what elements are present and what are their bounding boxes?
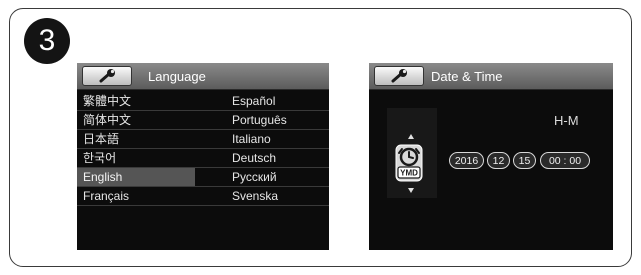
language-option[interactable]: 日本語 — [77, 130, 195, 148]
language-option[interactable]: Italiano — [232, 130, 329, 148]
month-field[interactable]: 12 — [487, 152, 510, 169]
language-option[interactable]: 繁體中文 — [77, 92, 195, 110]
list-item: 简体中文 Português — [77, 111, 329, 130]
arrow-down-icon[interactable] — [408, 188, 414, 193]
language-title-bar: Language — [77, 63, 329, 90]
date-time-title: Date & Time — [431, 69, 503, 84]
language-option[interactable]: Deutsch — [232, 149, 329, 167]
language-title: Language — [148, 69, 206, 84]
date-format-icon[interactable]: YMD — [395, 144, 423, 182]
language-option[interactable]: 简体中文 — [77, 111, 195, 129]
time-field[interactable]: 00 : 00 — [540, 152, 590, 169]
year-field[interactable]: 2016 — [449, 152, 484, 169]
language-list: 繁體中文 Español 简体中文 Português 日本語 Italiano… — [77, 92, 329, 206]
language-option[interactable]: Português — [232, 111, 329, 129]
date-time-screen: Date & Time H-M YMD 2016 12 15 00 : 00 — [369, 63, 613, 250]
wrench-icon — [391, 69, 407, 83]
arrow-up-icon[interactable] — [408, 134, 414, 139]
language-option[interactable]: Svenska — [232, 187, 329, 205]
language-option[interactable]: Español — [232, 92, 329, 110]
settings-tab[interactable] — [82, 66, 132, 86]
list-item: Français Svenska — [77, 187, 329, 206]
list-item: 한국어 Deutsch — [77, 149, 329, 168]
date-time-title-bar: Date & Time — [369, 63, 613, 90]
settings-tab[interactable] — [374, 66, 424, 86]
list-item: English Русский — [77, 168, 329, 187]
language-option[interactable]: 한국어 — [77, 149, 195, 167]
step-number-badge: 3 — [24, 18, 70, 64]
language-option-selected[interactable]: English — [77, 168, 195, 186]
time-format-label: H-M — [554, 113, 579, 128]
ymd-icon-label: YMD — [400, 169, 418, 178]
language-option[interactable]: Français — [77, 187, 195, 205]
language-screen: Language 繁體中文 Español 简体中文 Português 日本語… — [77, 63, 329, 250]
language-option[interactable]: Русский — [232, 168, 329, 186]
list-item: 繁體中文 Español — [77, 92, 329, 111]
wrench-icon — [99, 69, 115, 83]
day-field[interactable]: 15 — [513, 152, 536, 169]
list-item: 日本語 Italiano — [77, 130, 329, 149]
